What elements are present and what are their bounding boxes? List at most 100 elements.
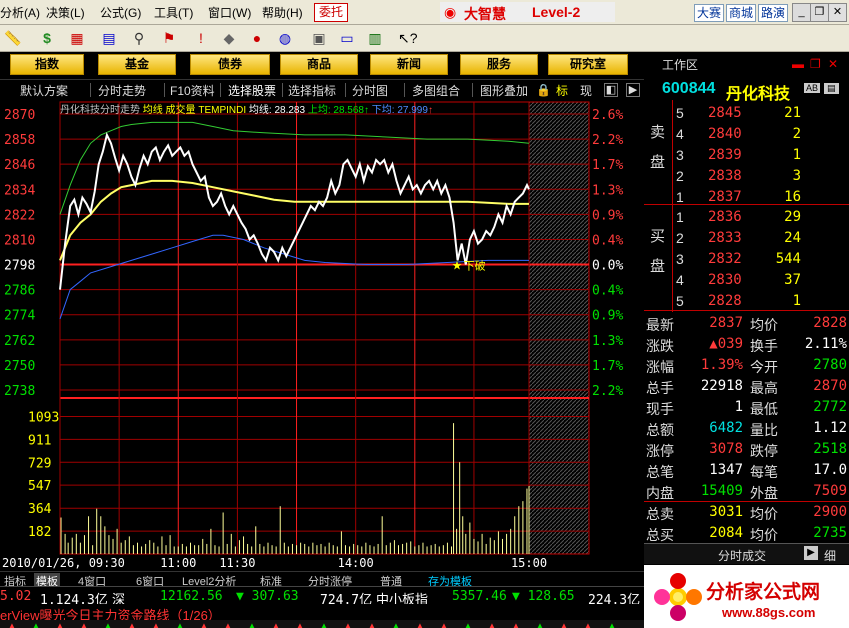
brand-logo-icon: ◉ <box>444 4 457 20</box>
stat-value: ▲039 <box>709 336 743 352</box>
panel-right-icon[interactable]: ▶ <box>626 83 640 97</box>
bars-icon[interactable]: ▦ <box>68 29 86 47</box>
service-button[interactable]: 服务 <box>460 54 538 75</box>
tab-select-stock[interactable]: 选择股票 <box>228 82 276 99</box>
buy-level-row[interactable]: 4 2830 37 <box>644 269 849 290</box>
stat-row: 总笔 1347 每笔 17.0 <box>644 459 849 480</box>
stat-value: 2772 <box>813 399 847 415</box>
research-button[interactable]: 研究室 <box>548 54 628 75</box>
help-pointer-icon[interactable]: ↖? <box>398 29 418 47</box>
tab-select-indicator[interactable]: 选择指标 <box>288 82 336 99</box>
index-bar: 5.02 1,124.3亿 深 12162.56 ▼ 307.63 724.7亿… <box>0 586 644 608</box>
time-trades-button[interactable]: 分时成交 <box>718 547 766 564</box>
ticker-arrow-icon: ▲ <box>320 621 328 628</box>
order-price: 2836 <box>708 209 742 225</box>
roadshow-button[interactable]: 路演 <box>758 4 788 22</box>
alert-icon[interactable]: ! <box>192 29 210 47</box>
dollar-icon[interactable]: $ <box>38 29 56 47</box>
tab-default-scheme[interactable]: 默认方案 <box>20 82 68 99</box>
buy-level-row[interactable]: 1 2836 29 <box>644 206 849 227</box>
pct-tick-label: 1.3% <box>592 334 623 349</box>
buy-level-row[interactable]: 3 2832 544 <box>644 248 849 269</box>
ticker-arrow-icon: ▲ <box>464 621 472 628</box>
binoculars-icon[interactable]: ⚲ <box>130 29 148 47</box>
close-icon[interactable]: ✕ <box>828 3 847 22</box>
ruler-icon[interactable]: 📏 <box>4 29 22 47</box>
stat-value: 6482 <box>709 420 743 436</box>
stat-value: 7509 <box>813 483 847 499</box>
order-volume: 1 <box>792 147 801 163</box>
sell-level-row[interactable]: 4 2840 2 <box>644 123 849 144</box>
sme-value: 5357.46 <box>452 589 507 604</box>
lock-icon[interactable]: 🔒 <box>536 83 551 97</box>
index-button[interactable]: 指数 <box>10 54 84 75</box>
sell-level-row[interactable]: 5 2845 21 <box>644 102 849 123</box>
mall-button[interactable]: 商城 <box>726 4 756 22</box>
panel-minimize-icon[interactable]: ▬ <box>792 58 806 70</box>
stat-label: 总笔 <box>646 464 674 480</box>
order-volume: 16 <box>784 189 801 205</box>
tab-current[interactable]: 现 <box>580 82 592 99</box>
sell-level-row[interactable]: 2 2838 3 <box>644 165 849 186</box>
info-icon[interactable]: ▤ <box>824 83 839 94</box>
tab-intraday-chart[interactable]: 分时图 <box>352 82 388 99</box>
panel-close-icon[interactable]: ✕ <box>828 58 842 70</box>
chart-icon[interactable]: ⚑ <box>160 29 178 47</box>
tab-intraday[interactable]: 分时走势 <box>98 82 146 99</box>
tab-multi-chart[interactable]: 多图组合 <box>412 82 460 99</box>
function-bar: 指数 基金 债券 商品 新闻 服务 研究室 工作区 ▬ ❐ ✕ <box>0 52 849 77</box>
tab-mark[interactable]: 标 <box>556 82 568 99</box>
ticker-arrow-icon: ▲ <box>8 621 16 628</box>
minimize-icon[interactable]: _ <box>792 3 811 22</box>
ab-badge[interactable]: AB <box>804 83 821 93</box>
ticker-arrow-icon: ▲ <box>512 621 520 628</box>
buy-level-row[interactable]: 5 2828 1 <box>644 290 849 311</box>
fund-button[interactable]: 基金 <box>98 54 176 75</box>
price-tick-label: 2846 <box>4 158 35 173</box>
detail-button[interactable]: 细 <box>824 547 836 564</box>
stop-icon[interactable]: ● <box>248 29 266 47</box>
panel-restore-icon[interactable]: ❐ <box>810 58 824 70</box>
news-button[interactable]: 新闻 <box>370 54 448 75</box>
menu-help[interactable]: 帮助(H) <box>262 4 303 21</box>
sell-level-row[interactable]: 3 2839 1 <box>644 144 849 165</box>
ticker-arrow-icon: ▲ <box>248 621 256 628</box>
menu-tools[interactable]: 工具(T) <box>154 4 193 21</box>
grid-icon[interactable]: ▤ <box>100 29 118 47</box>
play-icon[interactable]: ▶ <box>804 546 818 560</box>
order-volume: 37 <box>784 272 801 288</box>
contest-button[interactable]: 大赛 <box>694 4 724 22</box>
ticker-arrow-icon: ▲ <box>608 621 616 628</box>
lower-avg-label: 下均: 27.999 <box>371 105 428 116</box>
menu-formula[interactable]: 公式(G) <box>100 4 141 21</box>
ticker-arrow-icon: ▲ <box>392 621 400 628</box>
stat-row: 涨跌 ▲039 换手 2.11% <box>644 333 849 354</box>
tab-overlay[interactable]: 图形叠加 <box>480 82 528 99</box>
news-ticker[interactable]: erView曝光今日主力资金路线（1/26） <box>0 604 644 623</box>
commodity-button[interactable]: 商品 <box>280 54 358 75</box>
diamond-icon[interactable]: ◆ <box>220 29 238 47</box>
menu-window[interactable]: 窗口(W) <box>208 4 251 21</box>
stat-value: 2518 <box>813 441 847 457</box>
globe-icon[interactable]: ◍ <box>276 29 294 47</box>
panel-left-icon[interactable]: ◧ <box>604 83 618 97</box>
stat-row: 现手 1 最低 2772 <box>644 396 849 417</box>
stat-row: 总卖 3031 均价 2900 <box>644 501 849 522</box>
intraday-chart[interactable]: 2870 2.6% 2858 2.2% 2846 1.7% 2834 1.3% 2822 0.9%… <box>0 100 644 571</box>
buy-level-row[interactable]: 2 2833 24 <box>644 227 849 248</box>
menu-analyze[interactable]: 分析(A) <box>0 4 40 21</box>
books-icon[interactable]: ▥ <box>366 29 384 47</box>
menu-decision[interactable]: 决策(L) <box>46 4 85 21</box>
sh-index-change[interactable]: 5.02 <box>0 589 31 604</box>
tab-f10[interactable]: F10资料 <box>170 82 215 99</box>
restore-icon[interactable]: ❐ <box>810 3 829 22</box>
ticker-arrow-icon: ▲ <box>344 621 352 628</box>
workarea-label[interactable]: 工作区 <box>662 56 698 73</box>
bottom-tabs: 指标 模板 4窗口 6窗口 Level2分析 标准 分时涨停 普通 存为模板 <box>0 571 644 589</box>
bond-button[interactable]: 债券 <box>190 54 270 75</box>
briefcase-icon[interactable]: ▣ <box>310 29 328 47</box>
ticker-arrow-icon: ▲ <box>128 621 136 628</box>
stat-value: 22918 <box>700 378 743 394</box>
window-icon[interactable]: ▭ <box>338 29 356 47</box>
weituo-button[interactable]: 委托 <box>314 3 348 22</box>
